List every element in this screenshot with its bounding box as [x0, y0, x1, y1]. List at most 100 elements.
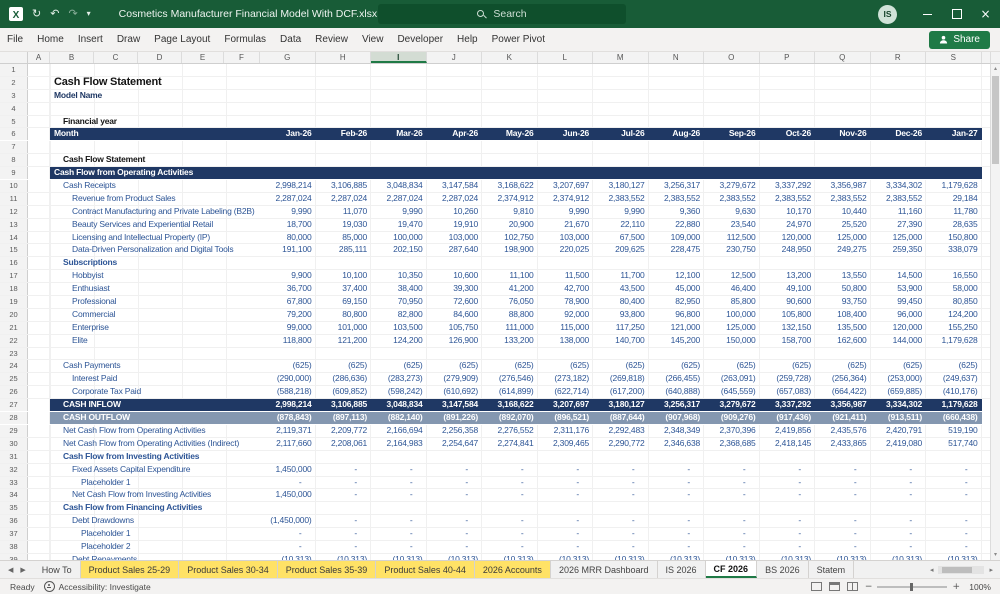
cell-I11[interactable]: 2,287,024: [371, 192, 427, 205]
row-label-26[interactable]: Corporate Tax Paid: [50, 386, 260, 399]
cell-L35[interactable]: [538, 502, 593, 515]
cell-K10[interactable]: 3,168,622: [482, 180, 538, 192]
ribbon-tab-formulas[interactable]: Formulas: [217, 28, 273, 51]
cell-J5[interactable]: [427, 115, 482, 128]
cell-O13[interactable]: 23,540: [704, 218, 760, 231]
cell-Q17[interactable]: 13,550: [815, 270, 871, 283]
cell-G23[interactable]: [260, 347, 316, 360]
cell-A1[interactable]: [28, 64, 50, 76]
cell-A6[interactable]: [28, 128, 50, 141]
cell-I24[interactable]: (625): [371, 360, 427, 373]
cell-P14[interactable]: 120,000: [760, 231, 815, 244]
cell-N20[interactable]: 96,800: [649, 308, 704, 321]
cell-O2[interactable]: [704, 76, 760, 89]
column-header-S[interactable]: S: [926, 52, 982, 63]
cell-R11[interactable]: 2,383,552: [871, 192, 926, 205]
cell-Q20[interactable]: 108,400: [815, 308, 871, 321]
cell-P28[interactable]: (917,436): [759, 412, 815, 424]
cell-H13[interactable]: 19,030: [316, 218, 371, 231]
cell-I28[interactable]: (882,140): [371, 412, 427, 424]
ribbon-tab-file[interactable]: File: [0, 28, 30, 51]
column-header-E[interactable]: E: [182, 52, 224, 63]
cell-G6[interactable]: Jan-26: [260, 128, 316, 141]
cell-N8[interactable]: [649, 154, 704, 167]
cell-J16[interactable]: [427, 257, 482, 270]
cell-Q31[interactable]: [815, 450, 871, 463]
cell-Q16[interactable]: [815, 257, 871, 270]
cell-H27[interactable]: 3,106,885: [315, 399, 371, 412]
cell-S14[interactable]: 150,800: [926, 231, 982, 244]
cell-A34[interactable]: [28, 489, 50, 502]
cell-R26[interactable]: (659,885): [871, 386, 926, 399]
sheet-tab-2026-mrr-dashboard[interactable]: 2026 MRR Dashboard: [551, 561, 658, 578]
cell-M12[interactable]: 9,990: [593, 205, 649, 218]
horizontal-scrollbar-thumb[interactable]: [942, 566, 973, 573]
cell-R38[interactable]: -: [871, 540, 926, 553]
cell-H17[interactable]: 10,100: [316, 270, 371, 283]
cell-S2[interactable]: [926, 76, 982, 89]
zoom-out-icon[interactable]: −: [865, 582, 873, 592]
row-header-2[interactable]: 2: [0, 76, 28, 89]
cell-P35[interactable]: [760, 502, 815, 515]
accessibility-status[interactable]: Accessibility: Investigate: [43, 581, 151, 592]
cell-N31[interactable]: [649, 450, 704, 463]
column-header-J[interactable]: J: [427, 52, 482, 63]
cell-R35[interactable]: [871, 502, 926, 515]
cell-M27[interactable]: 3,180,127: [593, 399, 649, 412]
cell-R19[interactable]: 99,450: [871, 296, 926, 308]
cell-Q6[interactable]: Nov-26: [815, 128, 871, 141]
column-header-L[interactable]: L: [538, 52, 593, 63]
cell-R10[interactable]: 3,334,302: [871, 180, 926, 192]
cell-K36[interactable]: -: [482, 515, 538, 528]
cell-J4[interactable]: [427, 102, 482, 115]
cell-J31[interactable]: [427, 450, 482, 463]
cell-N27[interactable]: 3,256,317: [648, 399, 704, 412]
share-button[interactable]: Share: [929, 30, 990, 49]
row-header-12[interactable]: 12: [0, 205, 28, 218]
cell-N37[interactable]: -: [649, 528, 704, 540]
cell-N34[interactable]: -: [649, 489, 704, 502]
cell-R32[interactable]: -: [871, 463, 926, 476]
cell-A5[interactable]: [28, 115, 50, 128]
cell-I16[interactable]: [371, 257, 427, 270]
row-header-8[interactable]: 8: [0, 154, 28, 167]
cell-R13[interactable]: 27,390: [871, 218, 926, 231]
cell-G20[interactable]: 79,200: [260, 308, 316, 321]
cell-M37[interactable]: -: [593, 528, 649, 540]
cell-A18[interactable]: [28, 283, 50, 296]
cell-M25[interactable]: (269,818): [593, 373, 649, 386]
cell-S30[interactable]: 517,740: [926, 437, 982, 450]
cell-K17[interactable]: 11,100: [482, 270, 538, 283]
cell-S1[interactable]: [926, 64, 982, 76]
cell-I3[interactable]: [371, 89, 427, 102]
cell-I15[interactable]: 202,150: [371, 244, 427, 257]
cell-M33[interactable]: -: [593, 476, 649, 489]
cell-R25[interactable]: (253,000): [871, 373, 926, 386]
cell-J18[interactable]: 39,300: [427, 283, 482, 296]
ribbon-tab-view[interactable]: View: [355, 28, 391, 51]
cell-H25[interactable]: (286,636): [316, 373, 371, 386]
cell-L18[interactable]: 42,700: [538, 283, 593, 296]
cell-P13[interactable]: 24,970: [760, 218, 815, 231]
cell-A37[interactable]: [28, 528, 50, 540]
cell-N26[interactable]: (640,888): [649, 386, 704, 399]
cell-M15[interactable]: 209,625: [593, 244, 649, 257]
column-header-Q[interactable]: Q: [815, 52, 871, 63]
cell-N33[interactable]: -: [649, 476, 704, 489]
cell-O12[interactable]: 9,630: [704, 205, 760, 218]
cell-Q32[interactable]: -: [815, 463, 871, 476]
cell-Q36[interactable]: -: [815, 515, 871, 528]
cell-P27[interactable]: 3,337,292: [759, 399, 815, 412]
cell-O4[interactable]: [704, 102, 760, 115]
row-label-9[interactable]: Cash Flow from Operating Activities: [50, 167, 260, 180]
cell-P22[interactable]: 158,700: [760, 334, 815, 347]
cell-G38[interactable]: -: [260, 540, 316, 553]
sheet-tab-bs-2026[interactable]: BS 2026: [757, 561, 809, 578]
cell-M34[interactable]: -: [593, 489, 649, 502]
row-label-22[interactable]: Elite: [50, 334, 260, 347]
row-label-19[interactable]: Professional: [50, 296, 260, 308]
cell-A10[interactable]: [28, 180, 50, 192]
cell-I18[interactable]: 38,400: [371, 283, 427, 296]
cell-O24[interactable]: (625): [704, 360, 760, 373]
cell-J11[interactable]: 2,287,024: [427, 192, 482, 205]
